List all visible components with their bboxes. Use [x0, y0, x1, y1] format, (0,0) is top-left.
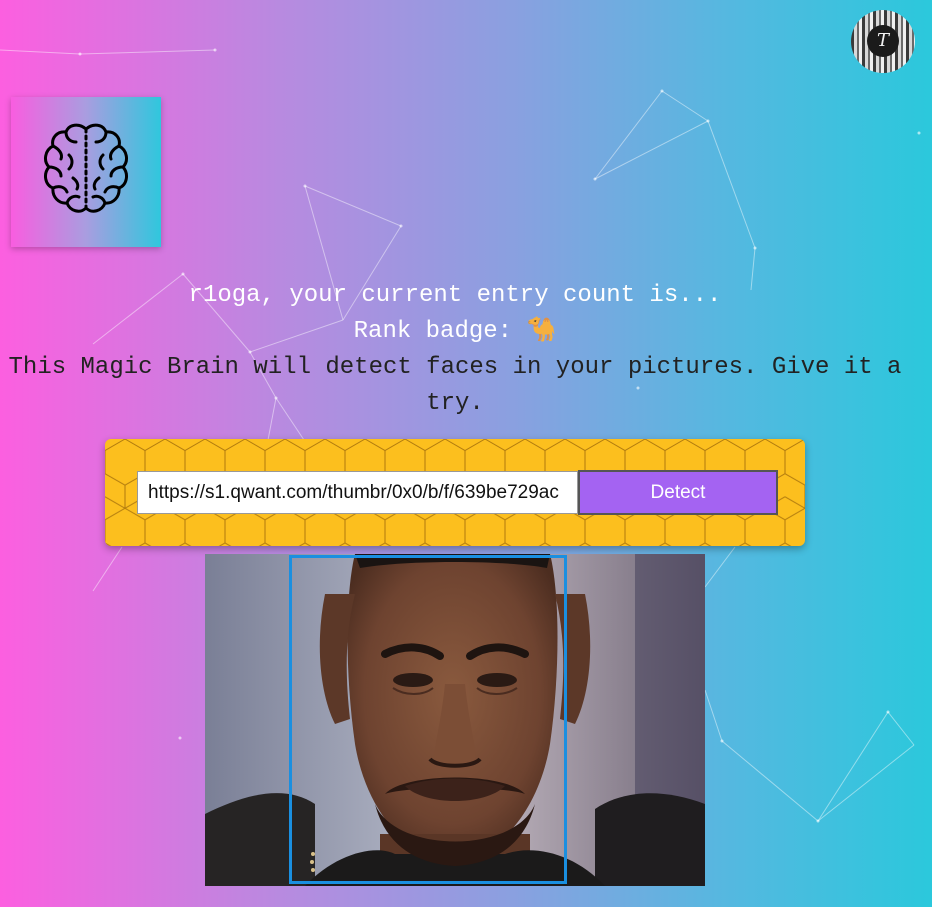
brain-icon [44, 123, 128, 213]
logo[interactable] [11, 97, 161, 247]
rank-badge-text: Rank badge: 🐪 [353, 318, 557, 345]
face-bounding-box [289, 555, 567, 884]
avatar-initial: T [867, 25, 899, 57]
image-url-input[interactable] [137, 471, 578, 514]
user-avatar-icon[interactable]: T [851, 10, 915, 73]
detect-button[interactable]: Detect [578, 470, 778, 515]
entry-count-text: r1oga, your current entry count is... [188, 282, 722, 309]
rank-section: r1oga, your current entry count is... Ra… [0, 278, 910, 422]
image-link-form: Detect [105, 439, 805, 546]
face-image-container [205, 554, 705, 886]
description-text: This Magic Brain will detect faces in yo… [8, 354, 902, 417]
